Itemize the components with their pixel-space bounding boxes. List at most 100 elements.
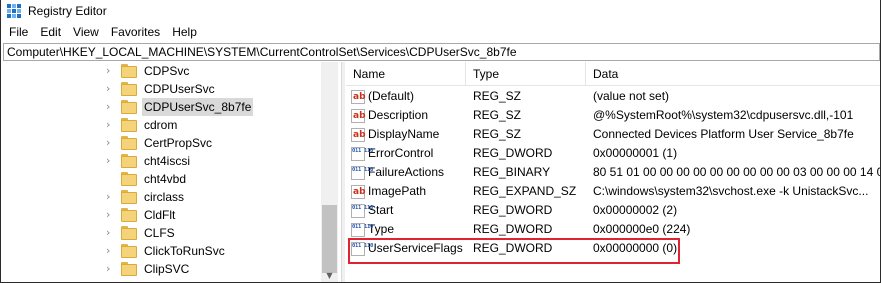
tree-item-label: cht4vbd [144,172,187,186]
folder-icon [121,136,137,150]
binary-value-icon: 011 110 [351,203,373,218]
expand-chevron-icon[interactable]: › [106,101,116,113]
value-data-cell: @%SystemRoot%\system32\cdpusersvc.dll,-1… [593,108,854,122]
tree-item[interactable]: › CldFlt [3,206,323,224]
value-row[interactable]: 011 110 Type REG_DWORD 0x000000e0 (224) [346,220,880,239]
folder-icon [121,154,137,168]
binary-value-icon: 011 110 [351,222,373,237]
expand-chevron-icon[interactable]: › [106,119,116,131]
tree-item[interactable]: › cdrom [3,116,323,134]
pane-splitter[interactable] [341,62,345,282]
window-title: Registry Editor [28,4,107,18]
value-row[interactable]: 011 110 FailureActions REG_BINARY 80 51 01 … [346,163,881,182]
expand-chevron-icon[interactable]: › [106,209,116,221]
value-type-cell: REG_SZ [473,127,522,141]
value-name: ImagePath [368,184,427,198]
value-name: FailureActions [368,165,445,179]
folder-icon [121,262,137,276]
binary-value-icon: 011 110 [351,165,373,180]
folder-icon [121,226,137,240]
tree-item[interactable]: › circlass [3,188,323,206]
column-header-type[interactable]: Type [466,62,586,86]
menu-edit[interactable]: Edit [34,22,67,42]
column-header-data[interactable]: Data [586,62,880,86]
folder-icon [121,208,137,222]
registry-editor-app-icon [7,4,21,18]
expand-chevron-icon[interactable]: › [106,83,116,95]
tree-item-label: ClipSVC [144,262,190,276]
tree-item[interactable]: › CDPSvc [3,62,323,80]
value-type-cell: REG_DWORD [473,203,553,217]
value-type-cell: REG_SZ [473,89,522,103]
value-name-cell: 011 110 Type [351,220,471,239]
string-value-icon: ab [351,89,366,104]
expand-chevron-icon[interactable]: › [106,227,116,239]
menu-help[interactable]: Help [166,22,203,42]
value-data-cell: 80 51 01 00 00 00 00 00 00 00 00 00 03 0… [593,165,881,179]
value-row[interactable]: ab (Default) REG_SZ (value not set) [346,87,880,106]
tree-item[interactable]: › ClipSVC [3,260,323,278]
tree-item-label: cht4iscsi [144,154,191,168]
expand-chevron-icon[interactable]: › [106,263,116,275]
scroll-down-arrow-icon[interactable]: ▼ [321,269,338,282]
tree-item[interactable]: › CDPUserSvc [3,80,323,98]
key-tree[interactable]: › CDPSvc › CDPUserSvc › CDPUserSvc_8b7fe › cdro… [3,62,341,282]
tree-item-label: cdrom [144,118,178,132]
value-data-cell: Connected Devices Platform User Service_… [593,127,854,141]
tree-item-label: CldFlt [144,208,176,222]
list-header: Name Type Data [346,62,880,86]
menu-file[interactable]: File [3,22,34,42]
folder-icon [121,82,137,96]
tree-item-label: CLFS [144,226,175,240]
value-name-cell: ab Description [351,106,471,125]
expand-chevron-icon[interactable]: › [106,137,116,149]
expand-chevron-icon[interactable]: › [106,65,116,77]
folder-icon [121,244,137,258]
value-name: Description [368,108,429,122]
expand-chevron-icon[interactable]: › [106,245,116,257]
tree-item[interactable]: › ClickToRunSvc [3,242,323,260]
value-name-cell: 011 110 Start [351,201,471,220]
column-header-name[interactable]: Name [346,62,466,86]
tree-item[interactable]: cht4vbd [3,170,323,188]
menu-favorites[interactable]: Favorites [105,22,166,42]
tree-item-label: CertPropSvc [144,136,213,150]
scrollbar-thumb[interactable] [322,205,337,273]
tree-item[interactable]: › CertPropSvc [3,134,323,152]
value-row[interactable]: ab ImagePath REG_EXPAND_SZ C:\windows\syste… [346,182,880,201]
address-bar[interactable]: Computer\HKEY_LOCAL_MACHINE\SYSTEM\Curre… [3,43,880,61]
value-row[interactable]: 011 110 Start REG_DWORD 0x00000002 (2) [346,201,880,220]
registry-editor-window: Registry Editor File Edit View Favorites… [0,0,881,283]
value-type-cell: REG_DWORD [473,146,553,160]
value-row[interactable]: 011 110 ErrorControl REG_DWORD 0x00000001 (… [346,144,880,163]
tree-item[interactable]: › cht4iscsi [3,152,323,170]
title-bar[interactable]: Registry Editor [1,0,880,22]
value-name: DisplayName [368,127,440,141]
tree-scrollbar[interactable]: ▼ [321,62,338,282]
tree-item-label: CDPUserSvc_8b7fe [142,98,254,116]
expand-chevron-icon[interactable]: › [106,191,116,203]
expand-chevron-icon[interactable]: › [106,155,116,167]
menu-bar: File Edit View Favorites Help [1,22,880,42]
value-row[interactable]: ab DisplayName REG_SZ Connected Devices Pla… [346,125,880,144]
value-name-cell: ab (Default) [351,87,471,106]
folder-icon [121,190,137,204]
value-data-cell: 0x000000e0 (224) [593,222,691,236]
value-name-cell: 011 110 FailureActions [351,163,471,182]
folder-icon [121,64,137,78]
value-name-cell: ab ImagePath [351,182,471,201]
value-type-cell: REG_EXPAND_SZ [473,184,577,198]
tree-item-label: circlass [144,190,185,204]
tree-item[interactable]: › CLFS [3,224,323,242]
tree-item[interactable]: › CDPUserSvc_8b7fe [3,98,323,116]
menu-view[interactable]: View [67,22,105,42]
tree-item-label: ClickToRunSvc [144,244,225,258]
value-row[interactable]: ab Description REG_SZ @%SystemRoot%\system3… [346,106,880,125]
string-value-icon: ab [351,184,366,199]
value-data-cell: 0x00000001 (1) [593,146,678,160]
highlight-box [348,238,680,264]
string-value-icon: ab [351,127,366,142]
value-type-cell: REG_DWORD [473,222,553,236]
string-value-icon: ab [351,108,366,123]
tree-item-label: CDPUserSvc [144,82,215,96]
